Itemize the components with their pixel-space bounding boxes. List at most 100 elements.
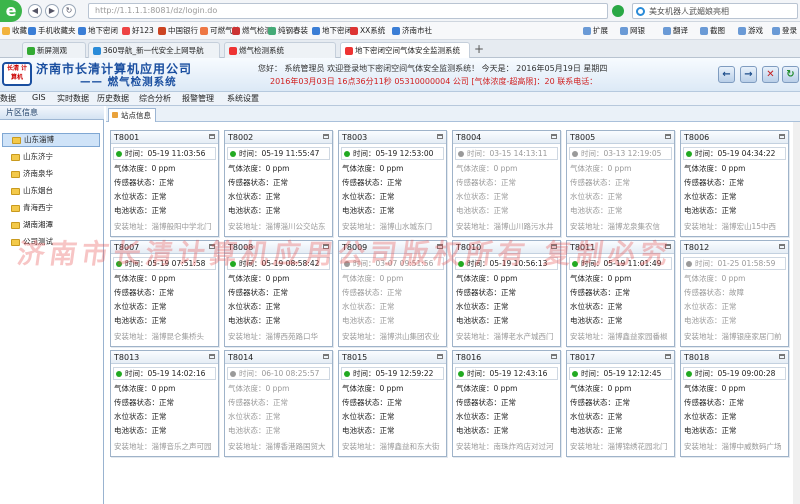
station-card[interactable]: T8016 时间：05-19 12:43:16 气体浓度：0 ppm 传感器状态：正常… — [452, 350, 561, 457]
favorite-item[interactable]: 手机收藏夹 — [28, 25, 76, 37]
station-card[interactable]: T8002 时间：05-19 11:55:47 气体浓度：0 ppm 传感器状态：正常… — [224, 130, 333, 237]
favorite-item[interactable]: 地下密闭 — [78, 25, 118, 37]
water-label: 水位状态： — [228, 192, 266, 201]
toolbar-1[interactable]: 网银 — [620, 25, 645, 37]
minimize-icon[interactable] — [209, 134, 215, 139]
station-card[interactable]: T8005 时间：03-13 12:19:05 气体浓度：0 ppm 传感器状态：正常… — [566, 130, 675, 237]
browser-tab[interactable]: 360导航_新一代安全上网导航 — [88, 42, 220, 58]
time-row: 时间：06-10 08:25:57 — [227, 367, 330, 380]
minimize-icon[interactable] — [779, 354, 785, 359]
watermark: 济南市长清计算机应用公司版权所有 复制必究 — [15, 239, 675, 270]
water-value: 正常 — [265, 192, 281, 201]
favorite-item[interactable]: 收藏 — [2, 25, 27, 37]
battery-value: 正常 — [493, 316, 509, 325]
battery-value: 正常 — [607, 316, 623, 325]
refresh-button[interactable]: ↻ — [782, 66, 799, 83]
minimize-icon[interactable] — [551, 134, 557, 139]
back-button[interactable]: ← — [718, 66, 735, 83]
station-card[interactable]: T8006 时间：05-19 04:34:22 气体浓度：0 ppm 传感器状态：正常… — [680, 130, 789, 237]
browser-tab[interactable]: 地下密闭空间气体安全监测系统 — [340, 42, 470, 58]
refresh-icon[interactable]: ↻ — [62, 4, 76, 18]
station-card[interactable]: T8018 时间：05-19 09:00:28 气体浓度：0 ppm 传感器状态：正常… — [680, 350, 789, 457]
gas-value: 0 ppm — [607, 384, 632, 393]
gas-value: 0 ppm — [265, 274, 290, 283]
station-card[interactable]: T8001 时间：05-19 11:03:56 气体浓度：0 ppm 传感器状态：正常… — [110, 130, 219, 237]
sidebar-item[interactable]: 山东淄博 — [2, 133, 100, 147]
minimize-icon[interactable] — [323, 134, 329, 139]
favorite-item[interactable]: 好123 — [122, 25, 154, 37]
browser-tab[interactable]: 新屏测观 — [22, 42, 86, 58]
gas-row: 气体浓度：0 ppm — [456, 163, 560, 175]
favorite-item[interactable]: 中国银行 — [158, 25, 198, 37]
menu-item[interactable]: 数据 — [0, 93, 16, 104]
station-card[interactable]: T8017 时间：05-19 12:12:45 气体浓度：0 ppm 传感器状态：正常… — [566, 350, 675, 457]
battery-row: 电池状态：正常 — [342, 205, 446, 217]
sidebar-item[interactable]: 湖南湘潭 — [2, 218, 100, 232]
forward-icon[interactable]: ▶ — [45, 4, 59, 18]
online-status-icon — [116, 371, 122, 377]
toolbar-3[interactable]: 截图 — [700, 25, 725, 37]
station-card-body: 时间：01-25 01:58:59 气体浓度：0 ppm 传感器状态：故障 水位状态：… — [681, 255, 788, 346]
battery-value: 正常 — [493, 206, 509, 215]
minimize-icon[interactable] — [779, 244, 785, 249]
menu-item[interactable]: 系统设置 — [227, 93, 259, 104]
favorite-item[interactable]: 纯钢春装 — [268, 25, 308, 37]
menu-item[interactable]: 实时数据 — [57, 93, 89, 104]
menu-item[interactable]: GIS — [32, 93, 46, 102]
station-card[interactable]: T8013 时间：05-19 14:02:16 气体浓度：0 ppm 传感器状态：正常… — [110, 350, 219, 457]
toolbar-2[interactable]: 翻译 — [663, 25, 688, 37]
station-card[interactable]: T8014 时间：06-10 08:25:57 气体浓度：0 ppm 传感器状态：正常… — [224, 350, 333, 457]
favorite-item[interactable]: XX系统 — [350, 25, 385, 37]
time-value: 05-19 04:34:22 — [717, 149, 776, 158]
gas-label: 气体浓度： — [456, 384, 494, 393]
sidebar-item[interactable]: 山东济宁 — [2, 150, 100, 164]
sensor-row: 传感器状态：正常 — [684, 397, 788, 409]
menu-item[interactable]: 综合分析 — [139, 93, 171, 104]
toolbar-icon — [700, 27, 708, 35]
sidebar-item[interactable]: 济南泉华 — [2, 167, 100, 181]
forward-button[interactable]: → — [740, 66, 757, 83]
station-card[interactable]: T8003 时间：05-19 12:53:00 气体浓度：0 ppm 传感器状态：正常… — [338, 130, 447, 237]
arrow-right-icon: → — [744, 69, 753, 80]
gas-label: 气体浓度： — [684, 274, 722, 283]
toolbar-0[interactable]: 扩展 — [583, 25, 608, 37]
gas-label: 气体浓度： — [570, 164, 608, 173]
time-value: 05-19 12:12:45 — [603, 369, 662, 378]
gas-label: 气体浓度： — [570, 274, 608, 283]
toolbar-5[interactable]: 登录 — [772, 25, 797, 37]
minimize-icon[interactable] — [437, 134, 443, 139]
battery-value: 正常 — [265, 426, 281, 435]
minimize-icon[interactable] — [665, 134, 671, 139]
gas-value: 0 ppm — [151, 274, 176, 283]
battery-row: 电池状态：正常 — [684, 315, 788, 327]
vertical-scrollbar[interactable] — [793, 122, 800, 504]
address-bar[interactable]: http://1.1.1.1:8081/dz/login.do — [88, 3, 608, 19]
minimize-icon[interactable] — [323, 354, 329, 359]
favorite-item[interactable]: 燃气检测 — [232, 25, 272, 37]
station-card[interactable]: T8015 时间：05-19 12:59:22 气体浓度：0 ppm 传感器状态：正常… — [338, 350, 447, 457]
close-button[interactable]: ✕ — [762, 66, 779, 83]
minimize-icon[interactable] — [665, 354, 671, 359]
minimize-icon[interactable] — [551, 354, 557, 359]
sidebar-item[interactable]: 山东烟台 — [2, 184, 100, 198]
menu-item[interactable]: 历史数据 — [97, 93, 129, 104]
new-tab-icon[interactable]: + — [474, 43, 484, 55]
station-card[interactable]: T8012 时间：01-25 01:58:59 气体浓度：0 ppm 传感器状态：故障… — [680, 240, 789, 347]
toolbar-4[interactable]: 游戏 — [738, 25, 763, 37]
sidebar-item[interactable]: 青海西宁 — [2, 201, 100, 215]
search-input[interactable]: 美女机器人武媚娘亮相 — [632, 3, 798, 19]
minimize-icon[interactable] — [779, 134, 785, 139]
favorite-item[interactable]: 济南市社 — [392, 25, 432, 37]
station-card[interactable]: T8004 时间：03-15 14:13:11 气体浓度：0 ppm 传感器状态：正常… — [452, 130, 561, 237]
minimize-icon[interactable] — [437, 354, 443, 359]
browser-tab[interactable]: 燃气检测系统 — [224, 42, 336, 58]
sensor-label: 传感器状态： — [570, 288, 615, 297]
water-label: 水位状态： — [342, 192, 380, 201]
favorite-item[interactable]: 地下密闭 — [312, 25, 352, 37]
battery-row: 电池状态：正常 — [342, 315, 446, 327]
back-icon[interactable]: ◀ — [28, 4, 42, 18]
address-row: 安装地址：淄博音乐之声可园 — [114, 441, 218, 453]
toolbar-label: 登录 — [782, 26, 797, 35]
minimize-icon[interactable] — [209, 354, 215, 359]
menu-item[interactable]: 报警管理 — [182, 93, 214, 104]
